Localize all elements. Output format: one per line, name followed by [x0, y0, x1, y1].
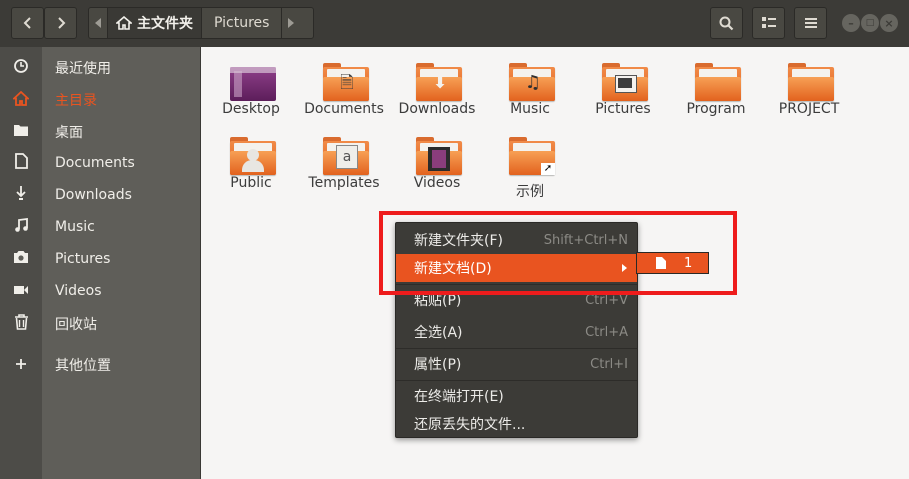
- sidebar-item-label: Documents: [55, 155, 135, 171]
- menu-item-accel: Ctrl+A: [585, 324, 628, 340]
- chevron-right-icon: [57, 17, 65, 29]
- search-icon: [719, 16, 734, 30]
- folder-project-icon: [788, 63, 834, 101]
- menu-item-restore-files[interactable]: 还原丢失的文件...: [396, 410, 637, 438]
- triangle-right-icon: [288, 18, 295, 28]
- sidebar-item-pictures[interactable]: Pictures: [0, 243, 200, 275]
- sidebar-item-recent[interactable]: 最近使用: [0, 52, 200, 84]
- grid-view-icon: [761, 17, 776, 28]
- folder-downloads[interactable]: ⬇ Downloads: [389, 53, 485, 123]
- forward-button[interactable]: [44, 7, 77, 39]
- sidebar-item-label: 其他位置: [55, 358, 111, 374]
- folder-downloads-icon: ⬇: [416, 63, 462, 101]
- home-icon: [0, 90, 42, 110]
- minimize-icon: –: [848, 16, 854, 30]
- minimize-button[interactable]: –: [842, 14, 860, 32]
- folder-label: PROJECT: [778, 101, 840, 117]
- music-icon: [0, 217, 42, 237]
- sidebar-item-other-locations[interactable]: 其他位置: [0, 349, 200, 381]
- home-icon: [116, 16, 132, 30]
- folder-documents-icon: 🗎: [323, 63, 369, 101]
- sidebar-item-videos[interactable]: Videos: [0, 275, 200, 307]
- download-icon: [0, 185, 42, 205]
- triangle-left-icon: [95, 18, 101, 28]
- window-controls: – □ ×: [842, 14, 899, 32]
- sidebar-item-music[interactable]: Music: [0, 211, 200, 243]
- sidebar-item-label: Music: [55, 219, 95, 235]
- breadcrumb-right-arrow[interactable]: [281, 8, 300, 38]
- folder-templates-icon: a: [323, 137, 369, 175]
- folder-templates[interactable]: a Templates: [296, 127, 392, 197]
- sidebar-item-label: 桌面: [55, 125, 83, 141]
- folder-documents[interactable]: 🗎 Documents: [296, 53, 392, 123]
- breadcrumb-left-arrow[interactable]: [89, 8, 107, 38]
- folder-public[interactable]: Public: [203, 127, 299, 197]
- menu-item-label: 还原丢失的文件...: [414, 417, 526, 433]
- menu-button[interactable]: [794, 7, 827, 39]
- folder-pictures[interactable]: Pictures: [575, 53, 671, 123]
- highlight-annotation-box: [379, 211, 737, 295]
- folder-examples-icon: ➚: [509, 137, 555, 175]
- menu-item-select-all[interactable]: 全选(A) Ctrl+A: [396, 318, 637, 346]
- clock-icon: [0, 58, 42, 78]
- folder-music[interactable]: ♫ Music: [482, 53, 578, 123]
- trash-icon: [0, 314, 42, 334]
- close-button[interactable]: ×: [880, 14, 898, 32]
- folder-desktop[interactable]: Desktop: [203, 53, 299, 123]
- menu-item-open-terminal[interactable]: 在终端打开(E): [396, 382, 637, 410]
- camera-icon: [0, 250, 42, 268]
- sidebar-item-label: 主目录: [55, 93, 97, 109]
- sidebar-item-label: 回收站: [55, 317, 97, 333]
- breadcrumb-home-label: 主文件夹: [137, 16, 193, 32]
- hamburger-icon: [804, 18, 817, 28]
- breadcrumb-home[interactable]: 主文件夹: [107, 8, 202, 38]
- sidebar-item-label: 最近使用: [55, 61, 111, 77]
- sidebar-item-trash[interactable]: 回收站: [0, 308, 200, 340]
- sidebar-item-documents[interactable]: Documents: [0, 147, 200, 179]
- folder-public-icon: [230, 137, 276, 175]
- document-icon: [0, 153, 42, 173]
- menu-item-accel: Ctrl+I: [590, 356, 628, 372]
- sidebar-item-downloads[interactable]: Downloads: [0, 179, 200, 211]
- folder-program[interactable]: Program: [668, 53, 764, 123]
- folder-music-icon: ♫: [509, 63, 555, 101]
- sidebar-item-label: Pictures: [55, 251, 111, 267]
- close-icon: ×: [884, 16, 894, 30]
- menu-item-properties[interactable]: 属性(P) Ctrl+I: [396, 350, 637, 378]
- chevron-left-icon: [23, 17, 31, 29]
- folder-videos[interactable]: Videos: [389, 127, 485, 197]
- back-button[interactable]: [11, 7, 44, 39]
- menu-item-label: 全选(A): [414, 325, 463, 341]
- folder-label: 示例: [516, 184, 544, 200]
- view-toggle-button[interactable]: [752, 7, 785, 39]
- folder-videos-icon: [416, 137, 462, 175]
- folder-program-icon: [695, 63, 741, 101]
- folder-desktop-icon: [230, 63, 276, 101]
- folder-icon: [0, 123, 42, 141]
- header-bar: 主文件夹 Pictures – □ ×: [0, 0, 909, 47]
- menu-separator: [396, 348, 637, 349]
- search-button[interactable]: [710, 7, 743, 39]
- video-icon: [0, 282, 42, 300]
- folder-pictures-icon: [602, 63, 648, 101]
- breadcrumb-current-label: Pictures: [214, 15, 270, 31]
- menu-separator: [396, 380, 637, 381]
- sidebar-item-label: Videos: [55, 283, 102, 299]
- folder-project[interactable]: PROJECT: [761, 53, 857, 123]
- menu-item-label: 在终端打开(E): [414, 389, 504, 405]
- shortcut-arrow-icon: ➚: [541, 163, 555, 175]
- maximize-button[interactable]: □: [861, 14, 879, 32]
- sidebar-item-home[interactable]: 主目录: [0, 84, 200, 116]
- folder-examples[interactable]: ➚ 示例: [482, 127, 578, 200]
- breadcrumb-current[interactable]: Pictures: [202, 8, 281, 38]
- menu-item-label: 属性(P): [414, 357, 462, 373]
- maximize-icon: □: [865, 18, 875, 28]
- plus-icon: [0, 356, 42, 374]
- breadcrumb: 主文件夹 Pictures: [88, 7, 314, 39]
- sidebar-item-label: Downloads: [55, 187, 132, 203]
- sidebar-item-desktop[interactable]: 桌面: [0, 116, 200, 148]
